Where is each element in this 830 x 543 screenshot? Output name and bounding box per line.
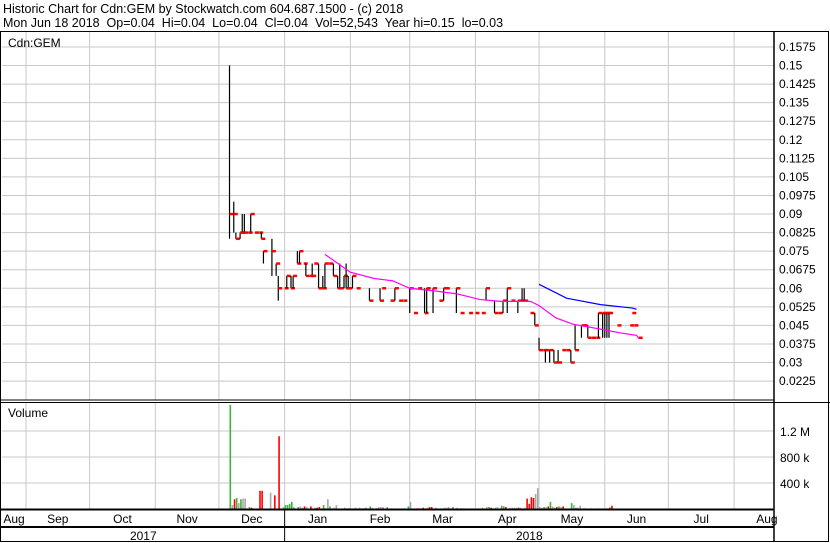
price-tick-label: 0.135 (779, 96, 809, 110)
month-label: Mar (432, 512, 453, 526)
month-label: Aug (756, 512, 777, 526)
volume-bar (526, 498, 528, 509)
price-tick-label: 0.1575 (779, 40, 816, 54)
volume-tick-label: 800 k (780, 451, 810, 465)
volume-bar (286, 505, 289, 509)
price-tick-label: 0.045 (779, 318, 809, 332)
stock-chart: 0.1575 0.15 0.1425 0.135 0.1275 0.12 0.1125 0.1… (0, 31, 830, 543)
price-tick-label: 0.03 (779, 356, 803, 370)
grid-lines (2, 32, 774, 509)
volume-bar (291, 501, 293, 509)
volume-bar (240, 499, 242, 509)
volume-bar (269, 492, 272, 509)
month-label: Jul (694, 512, 709, 526)
price-tick-label: 0.0825 (779, 226, 816, 240)
month-label: May (561, 512, 584, 526)
volume-bar (284, 505, 287, 509)
month-label: Dec (241, 512, 262, 526)
volume-bar (229, 405, 232, 509)
volume-bar (549, 501, 552, 509)
price-tick-label: 0.1425 (779, 77, 816, 91)
month-label: Jun (627, 512, 646, 526)
volume-bar (322, 505, 325, 509)
volume-bar (278, 436, 280, 509)
volume-bar (244, 498, 246, 509)
volume-tick-label: 400 k (780, 477, 810, 491)
price-tick-label: 0.12 (779, 133, 803, 147)
price-tick-label: 0.075 (779, 244, 809, 258)
month-label: Oct (113, 512, 132, 526)
volume-bar (259, 490, 261, 509)
price-tick-label: 0.1275 (779, 114, 816, 128)
price-panel-title: Cdn:GEM (8, 36, 61, 50)
volume-bar (238, 503, 240, 509)
volume-bar (327, 499, 329, 509)
year-label: 2018 (516, 529, 543, 543)
price-tick-label: 0.09 (779, 207, 803, 221)
year-label: 2017 (130, 529, 157, 543)
price-tick-label: 0.06 (779, 281, 803, 295)
volume-bar (528, 503, 531, 509)
volume-tick-label: 1.2 M (780, 425, 810, 439)
volume-panel-title: Volume (8, 406, 48, 420)
price-tick-label: 0.1125 (779, 151, 815, 165)
price-tick-label: 0.0225 (779, 374, 816, 388)
volume-bar (536, 488, 539, 509)
volume-bar (530, 497, 533, 509)
volume-bar (409, 501, 412, 509)
volume-bar (288, 503, 291, 509)
volume-bar (274, 495, 276, 509)
volume-bar (233, 499, 236, 509)
volume-bar (534, 494, 537, 509)
volume-bar (231, 505, 234, 509)
month-label: Nov (176, 512, 197, 526)
volume-bar (335, 505, 338, 509)
month-label: Jan (308, 512, 327, 526)
volume-bar (572, 505, 575, 509)
price-tick-label: 0.15 (779, 59, 803, 73)
volume-bar (261, 490, 263, 509)
price-tick-label: 0.0375 (779, 337, 816, 351)
price-tick-label: 0.0975 (779, 188, 816, 202)
month-label: Apr (498, 512, 517, 526)
price-tick-label: 0.0675 (779, 263, 816, 277)
price-tick-label: 0.0525 (779, 300, 816, 314)
volume-bar (532, 497, 535, 509)
chart-frame (0, 31, 830, 542)
month-label: Sep (47, 512, 69, 526)
month-label: Feb (370, 512, 391, 526)
volume-bar (242, 498, 244, 509)
outer-border (0, 31, 829, 542)
volume-bar (570, 503, 573, 509)
month-label: Aug (3, 512, 24, 526)
volume-bar (235, 497, 238, 509)
price-tick-label: 0.105 (779, 170, 809, 184)
